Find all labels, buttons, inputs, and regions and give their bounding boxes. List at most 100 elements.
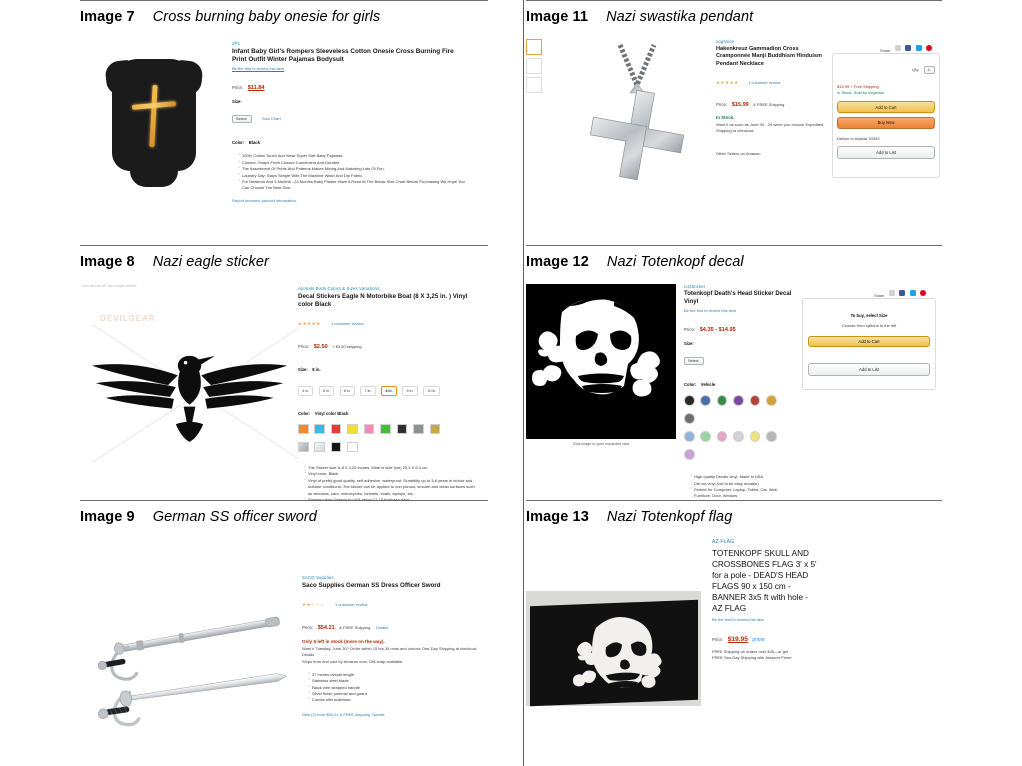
- color-swatch[interactable]: [684, 395, 695, 406]
- price-suffix: & FREE Shipping: [753, 102, 785, 108]
- new-offers-link[interactable]: New (2) from $54.21 & FREE shipping. Det…: [302, 712, 482, 717]
- brand-link[interactable]: ListSticker: [684, 284, 794, 289]
- cell-header: Image 12 Nazi Totenkopf decal: [526, 245, 942, 270]
- size-option[interactable]: 4 in.: [298, 386, 314, 396]
- color-swatch[interactable]: [700, 395, 712, 406]
- color-swatch[interactable]: [330, 441, 342, 453]
- brand-link[interactable]: ZPL: [232, 41, 469, 46]
- color-swatch[interactable]: [716, 395, 728, 406]
- buy-box-image-11: Qty: 1 $15.99 + Free Shipping In Stock. …: [832, 53, 940, 178]
- image-grid: Image 7 Cross burning baby onesie for gi…: [80, 0, 942, 766]
- color-swatches[interactable]: [684, 394, 794, 466]
- review-link[interactable]: Be the first to review this item: [684, 308, 794, 313]
- brand-link[interactable]: AZ FLAG: [712, 539, 818, 545]
- thumbnail-3[interactable]: [526, 77, 542, 93]
- size-option[interactable]: 10 in.: [423, 386, 441, 396]
- details-link[interactable]: Details: [376, 625, 388, 630]
- size-select[interactable]: Select: [684, 357, 704, 366]
- color-swatch[interactable]: [684, 431, 695, 442]
- star-rating: ★★★★★: [298, 321, 321, 326]
- feature-bullets: High quality Decals vinyl. Made in USA D…: [684, 473, 794, 500]
- add-to-cart-button[interactable]: Add to Cart: [808, 335, 930, 348]
- buy-box-image-12: To buy, select Size Choose from options …: [802, 298, 936, 390]
- color-swatch[interactable]: [429, 423, 441, 435]
- color-swatch[interactable]: [716, 431, 728, 442]
- twitter-share-icon[interactable]: [915, 44, 922, 51]
- review-count[interactable]: 1 customer review: [335, 602, 367, 607]
- color-swatch[interactable]: [413, 423, 424, 435]
- thumbnail-1[interactable]: [526, 39, 542, 55]
- color-swatch[interactable]: [684, 449, 695, 460]
- review-link[interactable]: Be the first to review this item: [712, 617, 818, 622]
- brand-link[interactable]: SACO Supplies: [302, 575, 482, 580]
- stock-status: In Stock.: [716, 115, 735, 121]
- color-swatch[interactable]: [363, 423, 375, 435]
- pinterest-share-icon[interactable]: [920, 289, 926, 296]
- review-count[interactable]: 1 customer review: [748, 80, 780, 85]
- facebook-share-icon[interactable]: [899, 289, 906, 296]
- size-option[interactable]: 7 in.: [360, 386, 376, 396]
- add-to-cart-button[interactable]: Add to Cart: [837, 101, 935, 113]
- breadcrumb[interactable]: Animals Birds Colors & Sizes Variations: [298, 286, 480, 291]
- stock-warning: Only 6 left in stock (more on the way).: [302, 639, 385, 644]
- color-swatch[interactable]: [749, 431, 761, 442]
- size-option[interactable]: 5 in.: [318, 386, 334, 396]
- color-swatch[interactable]: [298, 423, 309, 435]
- facebook-share-icon[interactable]: [905, 44, 912, 51]
- color-swatch[interactable]: [314, 441, 326, 453]
- color-swatch[interactable]: [330, 423, 342, 435]
- color-swatch[interactable]: [347, 423, 358, 435]
- color-swatch[interactable]: [314, 423, 326, 435]
- color-swatch[interactable]: [766, 395, 777, 406]
- color-swatch[interactable]: [684, 413, 695, 424]
- twitter-share-icon[interactable]: [909, 289, 916, 296]
- feature-bullets: 100% Cotton Touch And Wear Super Soft Ba…: [232, 152, 469, 191]
- price-label: Price:: [302, 625, 314, 630]
- buybox-stock: In Stock. Sold by vogshion: [837, 89, 885, 95]
- color-swatch[interactable]: [347, 441, 358, 453]
- color-swatch[interactable]: [298, 441, 309, 453]
- color-swatch[interactable]: [396, 423, 408, 435]
- review-link[interactable]: Be the first to review this item: [232, 66, 469, 71]
- cell-header: Image 7 Cross burning baby onesie for gi…: [80, 0, 488, 25]
- other-sellers-note: Other Sellers on Amazon: [716, 151, 761, 157]
- add-to-list-button[interactable]: Add to List: [837, 146, 935, 159]
- size-option-selected[interactable]: 8 in.: [381, 386, 397, 396]
- color-swatch[interactable]: [749, 395, 761, 406]
- product-photo-totenkopf-decal[interactable]: [526, 284, 676, 439]
- email-share-icon[interactable]: [888, 289, 895, 296]
- product-photo-swastika-pendant: [562, 39, 712, 199]
- size-select[interactable]: Select: [232, 115, 252, 124]
- review-count[interactable]: 1 customer review: [331, 321, 363, 326]
- add-to-list-button[interactable]: Add to List: [808, 363, 930, 376]
- color-swatches[interactable]: [298, 423, 458, 459]
- color-swatch[interactable]: [766, 431, 777, 442]
- report-info-link[interactable]: Report incorrect product information.: [232, 198, 469, 203]
- color-swatch[interactable]: [733, 395, 744, 406]
- email-share-icon[interactable]: [894, 44, 901, 51]
- bullet-item: Perfect for Computer, Laptop, Tablet, Ca…: [690, 486, 794, 500]
- size-options[interactable]: 4 in. 5 in. 6 in. 7 in. 8 in. 9 in. 10 i…: [298, 379, 480, 397]
- image-number-label: Image 7: [80, 9, 135, 25]
- size-chart-link[interactable]: Size Chart: [262, 116, 281, 121]
- listing-panel-image-9: SACO Supplies Saco Supplies German SS Dr…: [302, 575, 482, 740]
- image-caption-text: Click image to open expanded view: [572, 442, 630, 446]
- listing-panel-image-11: vogshion Hakenkreuz Gammadion Cross Cram…: [716, 39, 826, 204]
- color-swatch[interactable]: [733, 431, 744, 442]
- qty-select[interactable]: 1: [923, 66, 935, 74]
- image-caption: Nazi swastika pendant: [606, 9, 754, 25]
- color-swatch[interactable]: [380, 423, 391, 435]
- pinterest-share-icon[interactable]: [926, 44, 932, 51]
- cell-header: Image 13 Nazi Totenkopf flag: [526, 500, 942, 525]
- buy-now-button[interactable]: Buy Now: [837, 116, 935, 129]
- color-swatch[interactable]: [700, 431, 712, 442]
- size-option[interactable]: 9 in.: [402, 386, 418, 396]
- brand-link[interactable]: vogshion: [716, 39, 826, 44]
- thumbnail-2[interactable]: [526, 58, 542, 74]
- deliver-to-label[interactable]: Deliver to Atlanta 30303: [837, 136, 935, 142]
- color-label: Color:: [684, 382, 697, 388]
- image-caption: Nazi Totenkopf flag: [606, 509, 733, 525]
- thumbnail-strip[interactable]: [526, 39, 542, 96]
- shipping-note: FREE Shipping on orders over $25—or get …: [712, 649, 792, 660]
- size-option[interactable]: 6 in.: [339, 386, 355, 396]
